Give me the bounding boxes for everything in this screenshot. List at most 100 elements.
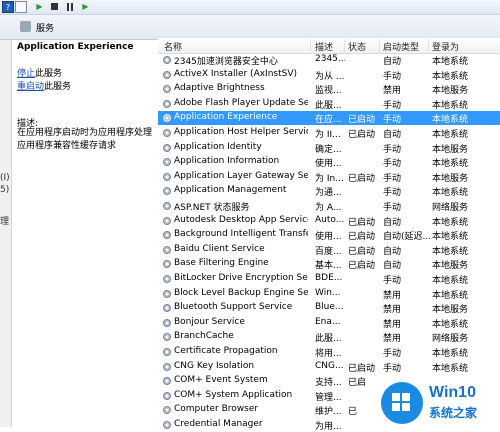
service-gear-icon [163,231,171,240]
service-gear-icon [163,202,171,210]
service-gear-icon [163,377,171,386]
service-gear-icon [163,362,171,371]
service-startup-type-cell: 自动 [383,246,402,257]
service-description-cell: CNG... [315,360,344,371]
stop-link-text[interactable]: 停止 [17,69,35,79]
service-name-cell: BranchCache [174,331,234,342]
service-log-on-as-cell: 本地服务 [432,261,469,272]
service-description-cell: 此服... [315,100,342,111]
table-row[interactable]: Bluetooth Support Service Blue... 禁用 本地服务 [158,301,500,315]
service-description-cell: Win... [315,287,341,298]
description-text: 在应用程序启动时为应用程序处理应用程序兼容性缓存请求 [17,128,153,151]
table-row[interactable]: ActiveX Installer (AxInstSV) 为从 ... 手动 本地系统 [158,68,500,82]
service-startup-type-cell: 禁用 [383,305,402,316]
table-row[interactable]: Application Identity 确定... 手动 本地服务 [158,141,500,155]
service-gear-icon [163,172,171,181]
column-header-description[interactable]: 描述 [315,40,333,53]
service-name-cell: Credential Manager [174,419,263,429]
service-log-on-as-cell: 本地服务 [432,305,469,316]
restart-link-text[interactable]: 重启动 [17,82,44,92]
service-description-cell: 支持... [315,378,342,389]
service-name-cell: Application Experience [174,112,278,123]
table-row[interactable]: BranchCache 此服... 禁用 网络服务 [158,330,500,344]
stop-service-link[interactable]: 停止此服务 [17,66,62,79]
tree-fragment: 理 [0,217,10,227]
service-startup-type-cell: 手动 [383,115,402,126]
logo-brand: Win10 [429,384,476,401]
service-description-cell: 在应... [315,115,342,126]
show-pane-icon[interactable] [15,1,27,13]
service-description-cell: 使用... [315,232,342,243]
table-row[interactable]: Application Experience 在应... 已启动 手动 本地系统 [158,111,500,126]
table-row[interactable]: Adaptive Brightness 监视... 禁用 本地服务 [158,82,500,96]
service-log-on-as-cell: 本地服务 [432,86,469,97]
service-log-on-as-cell: 网络服务 [432,334,469,345]
table-row[interactable]: Background Intelligent Transfer... 使用... 已… [158,228,500,242]
service-status-cell: 已启 [348,378,367,389]
table-row[interactable]: Bonjour Service Ena... 禁用 本地系统 [158,316,500,330]
table-row[interactable]: Adobe Flash Player Update Ser... 此服... 手动 本… [158,97,500,111]
service-name-cell: Block Level Backup Engine Serv... [174,287,308,298]
table-row[interactable]: Base Filtering Engine 基本... 已启动 自动 本地服务 [158,257,500,271]
service-log-on-as-cell: 本地系统 [432,130,469,140]
service-startup-type-cell: 手动 [383,276,402,286]
service-name-cell: Adobe Flash Player Update Ser... [174,97,308,108]
restart-link-suffix: 此服务 [44,82,72,92]
service-name-cell: ASP.NET 状态服务 [174,203,250,213]
service-gear-icon [163,348,171,356]
service-startup-type-cell: 手动 [383,159,402,170]
table-row[interactable]: CNG Key Isolation CNG... 已启动 手动 本地系统 [158,360,500,374]
service-log-on-as-cell: 本地系统 [432,363,469,374]
column-separator[interactable] [379,39,380,52]
table-row[interactable]: Certificate Propagation 将用... 手动 本地系统 [158,345,500,359]
table-row[interactable]: Autodesk Desktop App Service Auto... 已启动 自动… [158,214,500,228]
table-row[interactable]: Application Information 使用... 手动 本地系统 [158,155,500,169]
table-row[interactable]: Application Management 为通... 手动 本地系统 [158,184,500,198]
pause-service-icon[interactable] [64,1,75,12]
tree-fragment: (I) [0,173,10,183]
column-separator[interactable] [344,39,345,52]
table-header: 名称 描述 状态 启动类型 登录为 [158,38,500,54]
services-table[interactable]: 名称 描述 状态 启动类型 登录为 2345加速浏览器安全中心 2345... 自动… [158,38,500,432]
table-row[interactable]: Baidu Client Service 百度... 已启动 自动 本地系统 [158,243,500,257]
service-description-cell: Ena... [315,316,341,327]
service-startup-type-cell: 禁用 [383,86,402,97]
column-header-name[interactable]: 名称 [164,40,182,53]
table-row[interactable]: Block Level Backup Engine Serv... Win... 禁… [158,287,500,301]
column-separator[interactable] [428,39,429,52]
service-description-cell: 将用... [315,349,342,359]
service-startup-type-cell: 手动 [383,173,402,184]
service-description-cell: 为从 ... [315,71,345,82]
service-description-cell: 维护... [315,407,342,418]
restart-service-icon[interactable]: ▶ [80,1,91,12]
stop-service-icon[interactable] [49,1,60,12]
page-title: 服务 [36,24,55,34]
start-service-icon[interactable]: ▶ [34,1,45,12]
service-name-cell: Certificate Propagation [174,346,278,356]
windows-logo-icon [392,393,412,413]
service-name-cell: Bonjour Service [174,316,245,327]
column-separator[interactable] [310,39,311,52]
service-gear-icon [163,187,171,196]
service-log-on-as-cell: 本地系统 [432,217,469,228]
table-row[interactable]: Application Layer Gateway Servi... 为 In..… [158,170,500,184]
console-tree-pane[interactable]: (I) 5) 理 [0,40,12,427]
service-log-on-as-cell: 本地服务 [432,144,469,155]
table-row[interactable]: Application Host Helper Service 为 II... 已启… [158,126,500,140]
restart-service-link[interactable]: 重启动此服务 [17,79,71,92]
service-detail-pane: Application Experience 停止此服务 重启动此服务 描述: … [12,40,158,427]
table-row[interactable]: 2345加速浏览器安全中心 2345... 自动 本地系统 [158,53,500,67]
column-header-status[interactable]: 状态 [348,40,366,53]
column-header-startup-type[interactable]: 启动类型 [383,40,419,53]
service-startup-type-cell: 手动 [383,71,402,82]
help-icon[interactable]: ? [2,1,14,13]
service-log-on-as-cell: 网络服务 [432,203,469,213]
column-header-log-on-as[interactable]: 登录为 [432,40,459,53]
service-status-cell: 已启动 [348,363,376,374]
tree-fragment: 5) [0,185,10,195]
table-row[interactable]: ASP.NET 状态服务 为 A... 手动 网络服务 [158,199,500,213]
watermark-logo: Win10 系统之家 [377,378,500,427]
service-name-cell: Base Filtering Engine [174,258,269,269]
table-row[interactable]: BitLocker Drive Encryption Servi... BDE..… [158,272,500,286]
service-gear-icon [163,333,171,342]
